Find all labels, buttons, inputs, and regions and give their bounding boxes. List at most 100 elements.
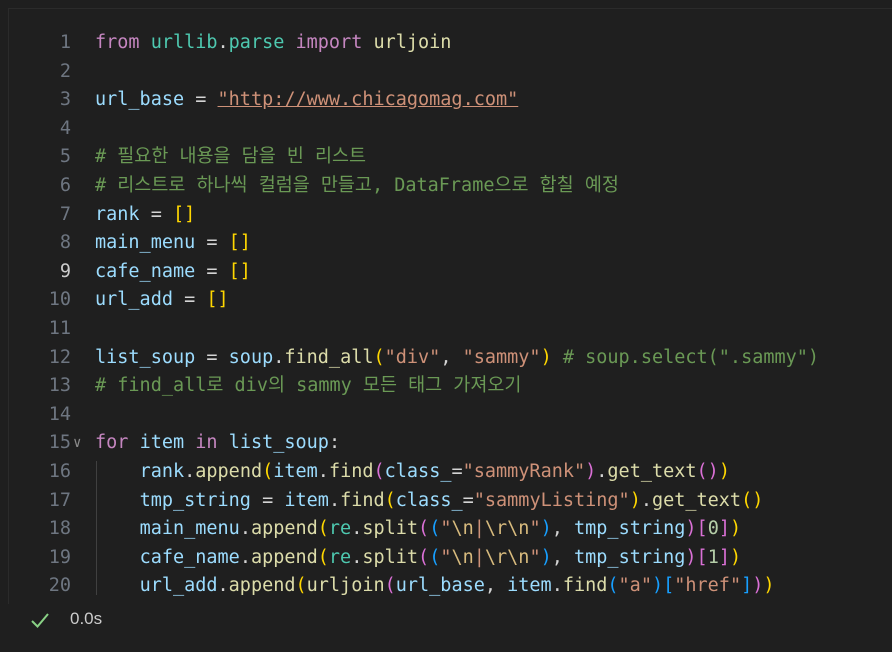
- code-token: append: [250, 546, 318, 568]
- code-token: (: [262, 461, 274, 482]
- line-number: 14: [48, 403, 71, 425]
- code-line[interactable]: 10 url_add = []: [9, 286, 892, 314]
- code-token: .: [317, 461, 329, 482]
- code-token: # 필요한 내용을 담을 빈 리스트: [95, 146, 367, 168]
- code-text: main_menu = []: [95, 229, 251, 257]
- code-text: from urllib.parse import urljoin: [95, 29, 451, 57]
- code-text: rank.append(item.find(class_="sammyRank"…: [95, 458, 730, 486]
- code-token: ): [763, 575, 775, 597]
- code-token: class_: [384, 461, 452, 482]
- code-text: main_menu.append(re.split(("\n|\r\n"), t…: [95, 515, 742, 543]
- code-token: main_menu: [139, 518, 240, 540]
- code-token: "sammy": [462, 346, 541, 368]
- code-line[interactable]: 1 from urllib.parse import urljoin: [9, 29, 892, 57]
- line-number: 20: [48, 575, 71, 597]
- code-text: url_base = "http://www.chicagomag.com": [95, 86, 518, 114]
- code-token: "a": [618, 575, 652, 597]
- code-line[interactable]: 15 ∨ for item in list_soup:: [9, 429, 892, 457]
- code-text: url_add.append(urljoin(url_base, item.fi…: [95, 572, 775, 600]
- code-token: # soup.select(".sammy"): [562, 346, 820, 368]
- code-token: tmp_string: [574, 546, 686, 568]
- code-token: in: [195, 432, 218, 454]
- line-number: 12: [48, 346, 71, 368]
- code-token: .: [351, 518, 363, 540]
- code-line[interactable]: 12 list_soup = soup.find_all("div", "samm…: [9, 344, 892, 372]
- code-token: append: [195, 461, 263, 482]
- code-token: from: [95, 32, 140, 53]
- line-number: 15: [48, 432, 71, 454]
- code-line[interactable]: 6 # 리스트로 하나씩 컬럼을 만들고, DataFrame으로 합칠 예정: [9, 172, 892, 200]
- code-token: class_: [395, 489, 463, 511]
- code-token: ): [629, 489, 641, 511]
- code-line[interactable]: 14: [9, 401, 892, 429]
- code-token: for: [95, 432, 129, 454]
- code-token: (: [384, 489, 396, 511]
- code-token: list_soup: [228, 432, 329, 454]
- code-token: \r\n: [484, 546, 530, 568]
- code-token: .: [328, 489, 341, 511]
- code-text: # 필요한 내용을 담을 빈 리스트: [95, 143, 366, 171]
- code-line[interactable]: 17 tmp_string = item.find(class_="sammyL…: [9, 487, 892, 515]
- line-number: 8: [59, 232, 71, 254]
- code-token: parse: [228, 32, 285, 53]
- code-line[interactable]: 18 main_menu.append(re.split(("\n|\r\n")…: [9, 515, 892, 543]
- fold-chevron-icon[interactable]: ∨: [73, 429, 93, 457]
- code-line[interactable]: 9 cafe_name = []: [9, 258, 892, 286]
- code-token: =: [184, 89, 218, 111]
- code-token: [: [696, 546, 708, 568]
- code-line[interactable]: 16 rank.append(item.find(class_="sammyRa…: [9, 458, 892, 486]
- code-line[interactable]: 5 # 필요한 내용을 담을 빈 리스트: [9, 143, 892, 171]
- code-line[interactable]: 2: [9, 58, 892, 86]
- code-text: cafe_name.append(re.split(("\n|\r\n"), t…: [95, 544, 742, 572]
- code-line[interactable]: 19 cafe_name.append(re.split(("\n|\r\n")…: [9, 544, 892, 572]
- code-token: 0: [707, 518, 719, 540]
- code-line[interactable]: 20 url_add.append(urljoin(url_base, item…: [9, 572, 892, 600]
- code-token: .: [596, 461, 608, 482]
- code-line[interactable]: 11: [9, 315, 892, 343]
- code-token: =: [250, 489, 285, 511]
- code-token: "sammyRank": [462, 461, 586, 482]
- code-token: urljoin: [306, 575, 385, 597]
- code-text: rank = []: [95, 201, 195, 229]
- code-line[interactable]: 13 # find_all로 div의 sammy 모든 태그 가져오기: [9, 372, 892, 400]
- code-token: re: [328, 546, 352, 568]
- code-text: tmp_string = item.find(class_="sammyList…: [95, 487, 764, 515]
- code-text: list_soup = soup.find_all("div", "sammy"…: [95, 344, 819, 372]
- code-text: for item in list_soup:: [95, 429, 340, 457]
- code-token: =: [195, 232, 229, 254]
- code-token: []: [228, 232, 251, 254]
- code-token: (: [373, 461, 385, 482]
- code-line[interactable]: 3 url_base = "http://www.chicagomag.com": [9, 86, 892, 114]
- cell-execution-status: 0.0s: [0, 604, 892, 652]
- code-token: tmp_string: [574, 518, 686, 540]
- code-token: urljoin: [373, 32, 452, 53]
- code-token: import: [295, 32, 363, 53]
- code-line[interactable]: 4: [9, 115, 892, 143]
- code-line[interactable]: 8 main_menu = []: [9, 229, 892, 257]
- code-token: urllib: [150, 32, 218, 53]
- code-cell[interactable]: 1 from urllib.parse import urljoin 2 3 url_b…: [8, 8, 892, 605]
- code-token: ,: [484, 575, 508, 597]
- line-number: 1: [59, 32, 71, 53]
- code-token: ": [440, 518, 452, 540]
- code-token: ): [718, 461, 730, 482]
- code-token: # find_all로 div의 sammy 모든 태그 가져오기: [95, 375, 522, 397]
- code-token: 1: [707, 546, 719, 568]
- line-number: 18: [48, 518, 71, 540]
- code-token: []: [172, 203, 196, 225]
- code-token: split: [362, 546, 419, 568]
- code-token: (: [317, 518, 329, 540]
- code-token: (): [741, 489, 764, 511]
- code-line[interactable]: 7 rank = []: [9, 201, 892, 229]
- code-token: find_all: [284, 346, 374, 368]
- code-token: (: [384, 575, 396, 597]
- code-token: [: [696, 518, 708, 540]
- code-text: url_add = []: [95, 286, 229, 314]
